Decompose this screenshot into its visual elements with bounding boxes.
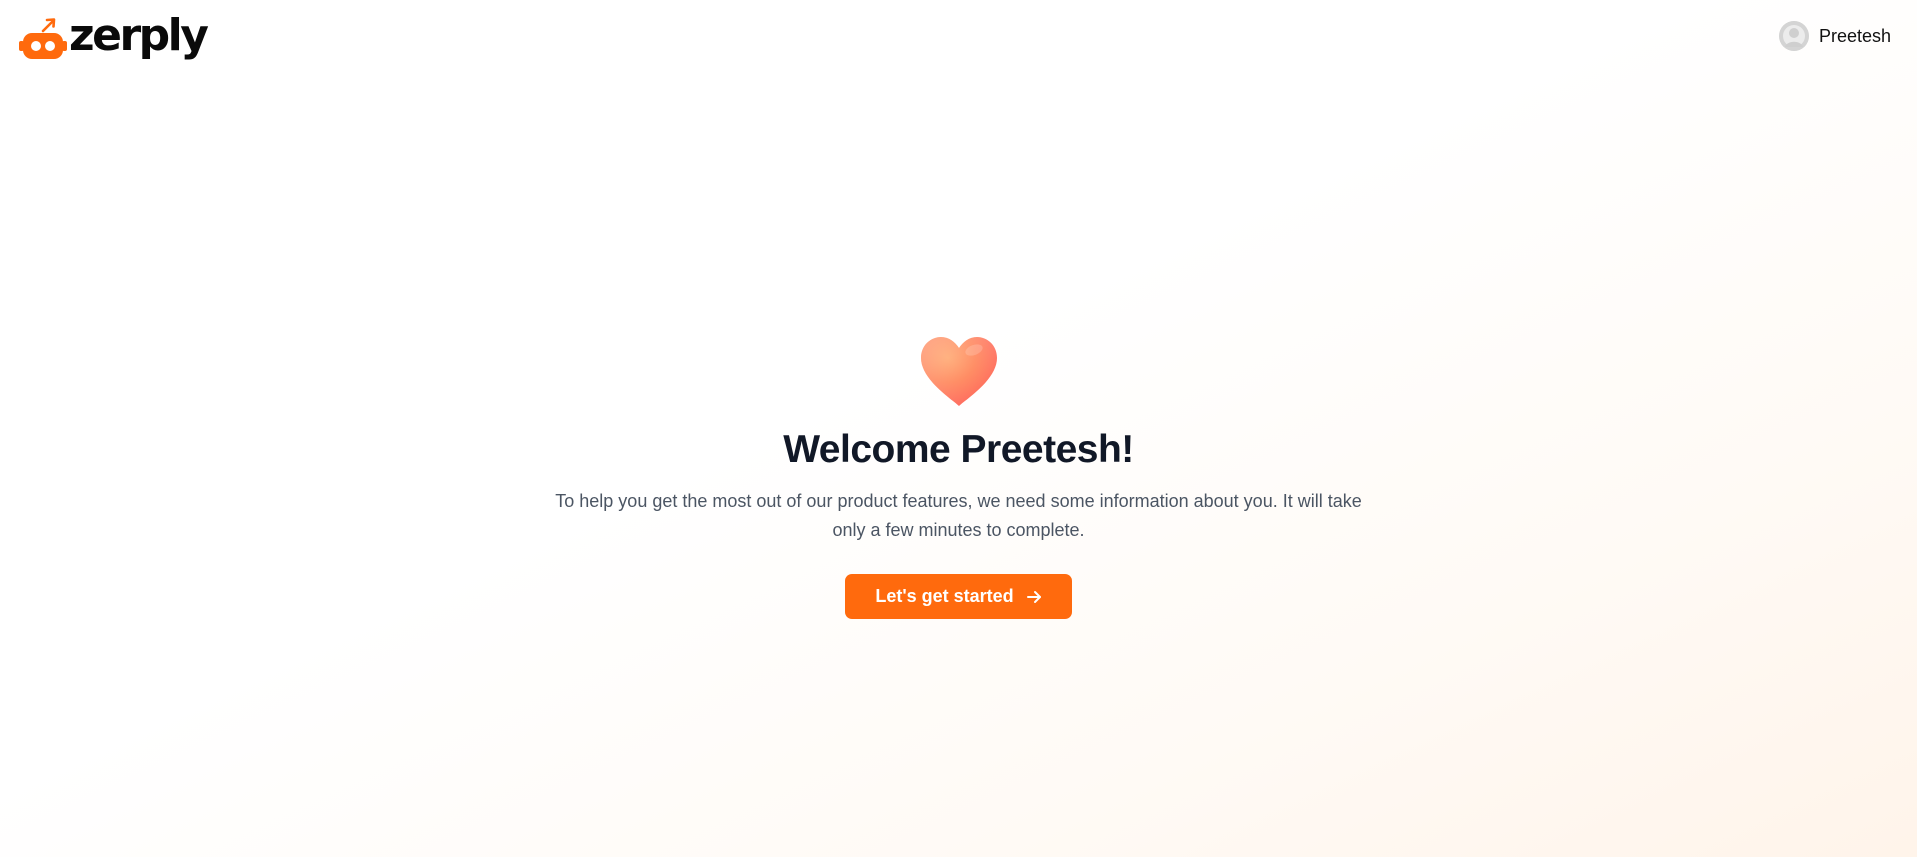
brand-wordmark: zerply [69,10,209,61]
get-started-button[interactable]: Let's get started [845,574,1072,619]
get-started-label: Let's get started [875,586,1014,606]
user-menu[interactable]: Preetesh [1778,21,1891,51]
top-bar: zerply Preetesh [0,0,1917,76]
avatar-icon [1778,21,1809,51]
zerply-logo[interactable]: zerply [19,10,209,64]
user-name: Preetesh [1818,25,1891,46]
welcome-description: To help you get the most out of our prod… [555,491,1362,540]
welcome-title: Welcome Preetesh! [783,428,1134,471]
heart-icon [919,336,999,408]
welcome-panel: Welcome Preetesh! To help you get the mo… [0,336,1917,619]
robot-logo-icon [19,17,67,61]
arrow-right-icon [1026,589,1042,605]
